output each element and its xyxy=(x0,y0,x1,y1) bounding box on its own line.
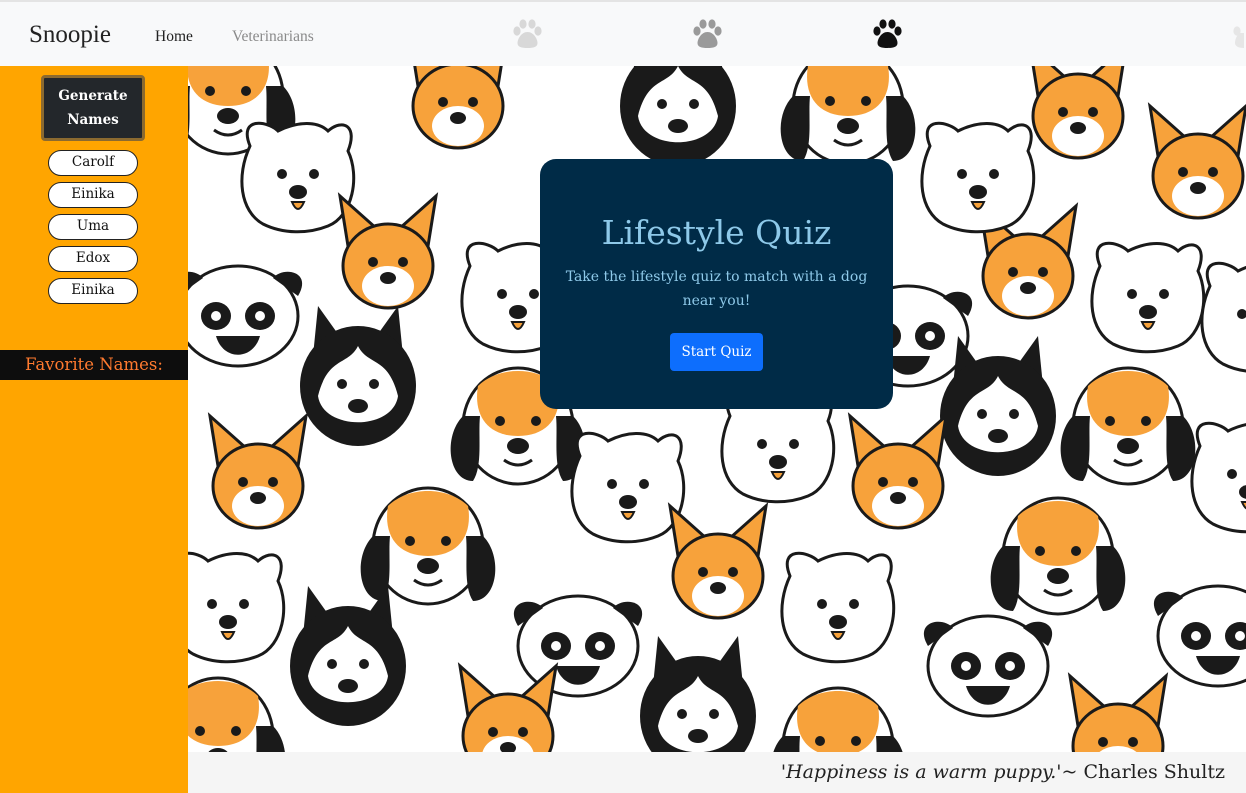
name-pill[interactable]: Einika xyxy=(48,182,138,208)
navbar: Snoopie Home Veterinarians xyxy=(0,0,1246,66)
nav-link-veterinarians[interactable]: Veterinarians xyxy=(232,28,314,46)
footer: 'Happiness is a warm puppy.'~ Charles Sh… xyxy=(188,752,1246,793)
quote-text: 'Happiness is a warm puppy.' xyxy=(780,761,1062,783)
paw-icon xyxy=(513,19,542,48)
quote-author: ~ Charles Shultz xyxy=(1061,761,1225,783)
paw-icon xyxy=(1233,26,1244,48)
paw-icon xyxy=(873,19,902,48)
quiz-subtitle: Take the lifestyle quiz to match with a … xyxy=(565,269,868,309)
nav-link-home[interactable]: Home xyxy=(155,28,193,46)
generate-names-button[interactable]: Generate Names xyxy=(41,75,145,141)
name-pill[interactable]: Uma xyxy=(48,214,138,240)
favorite-names-heading: Favorite Names: xyxy=(0,350,188,380)
sidebar: Generate Names Carolf Einika Uma Edox Ei… xyxy=(0,66,188,793)
paw-icon xyxy=(693,19,722,48)
name-pill[interactable]: Edox xyxy=(48,246,138,272)
name-pill[interactable]: Carolf xyxy=(48,150,138,176)
footer-quote: 'Happiness is a warm puppy.'~ Charles Sh… xyxy=(781,761,1225,783)
start-quiz-button[interactable]: Start Quiz xyxy=(670,333,763,371)
quiz-title: Lifestyle Quiz xyxy=(601,213,832,252)
lifestyle-quiz-card: Lifestyle Quiz Take the lifestyle quiz t… xyxy=(540,159,893,409)
name-pill[interactable]: Einika xyxy=(48,278,138,304)
brand-logo[interactable]: Snoopie xyxy=(29,21,111,49)
